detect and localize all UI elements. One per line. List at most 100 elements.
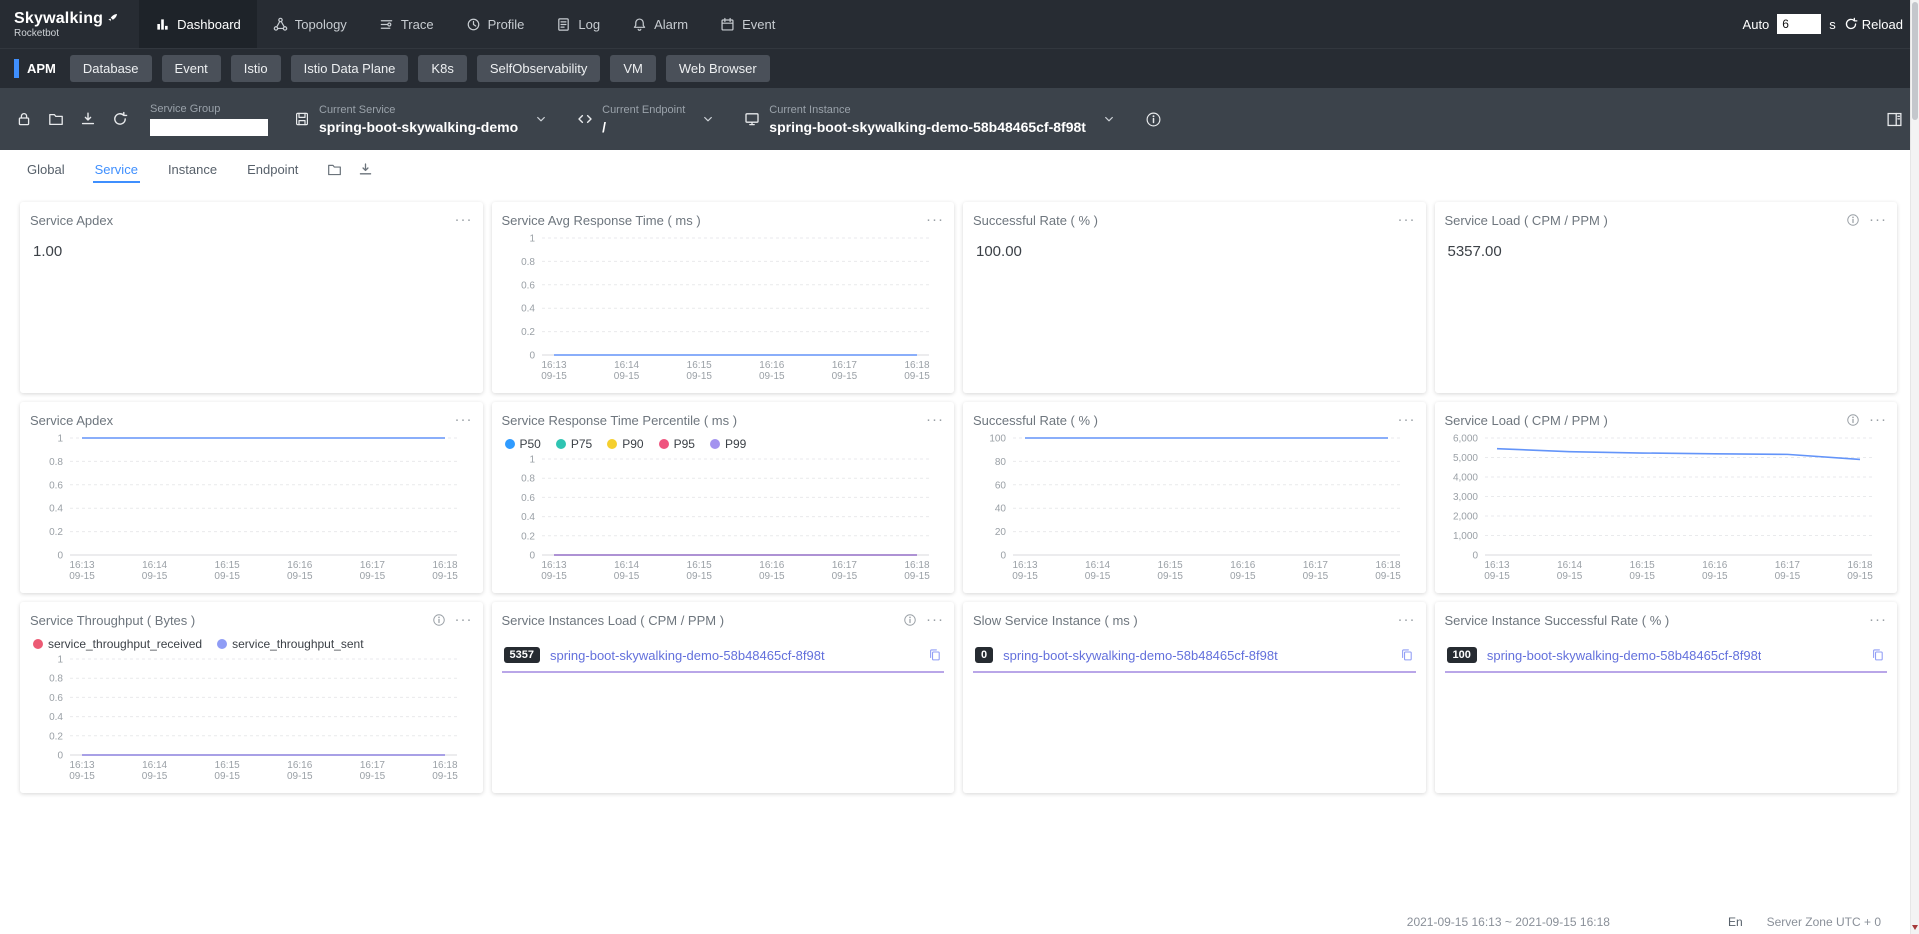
- service-group-input[interactable]: [150, 119, 268, 136]
- more-icon[interactable]: ···: [926, 615, 944, 625]
- chart-canvas: 02040608010016:1309-1516:1409-1516:1509-…: [973, 430, 1416, 585]
- legend-item-p50[interactable]: P50: [505, 437, 541, 451]
- svg-text:0: 0: [1000, 551, 1006, 562]
- current-service-select[interactable]: Current Service spring-boot-skywalking-d…: [294, 104, 547, 135]
- legend-item-p90[interactable]: P90: [607, 437, 643, 451]
- dash-tab-vm[interactable]: VM: [610, 55, 656, 82]
- more-icon[interactable]: ···: [926, 415, 944, 425]
- svg-text:09-15: 09-15: [1702, 571, 1728, 582]
- svg-text:0.6: 0.6: [49, 480, 63, 491]
- scrollbar[interactable]: [1910, 0, 1919, 934]
- panel-toggle-icon[interactable]: [1886, 111, 1903, 128]
- dash-tab-istio[interactable]: Istio: [231, 55, 281, 82]
- nav-item-trace[interactable]: Trace: [363, 0, 450, 48]
- auto-label: Auto: [1743, 17, 1770, 32]
- svg-text:16:16: 16:16: [287, 560, 312, 571]
- nav-item-label: Log: [578, 17, 600, 32]
- refresh-icon[interactable]: [112, 111, 128, 127]
- svg-text:1: 1: [57, 434, 63, 445]
- reload-button[interactable]: Reload: [1844, 17, 1903, 32]
- svg-text:09-15: 09-15: [1012, 571, 1038, 582]
- view-tab-service[interactable]: Service: [80, 150, 153, 188]
- dash-tab-apm[interactable]: APM: [14, 59, 60, 78]
- svg-text:09-15: 09-15: [613, 371, 639, 382]
- nav-item-dashboard[interactable]: Dashboard: [139, 0, 257, 48]
- dash-tab-database[interactable]: Database: [70, 55, 152, 82]
- more-icon[interactable]: ···: [455, 615, 473, 625]
- current-instance-select[interactable]: Current Instance spring-boot-skywalking-…: [744, 104, 1115, 135]
- lock-icon[interactable]: [16, 111, 32, 127]
- logo[interactable]: Skywalking Rocketbot: [0, 0, 139, 48]
- language-toggle[interactable]: En: [1728, 915, 1743, 929]
- more-icon[interactable]: ···: [1398, 415, 1416, 425]
- current-endpoint-select[interactable]: Current Endpoint /: [577, 104, 714, 135]
- legend-item-p75[interactable]: P75: [556, 437, 592, 451]
- nav-item-alarm[interactable]: Alarm: [616, 0, 704, 48]
- svg-text:4,000: 4,000: [1452, 473, 1477, 484]
- copy-icon[interactable]: [1871, 648, 1885, 662]
- view-tab-endpoint[interactable]: Endpoint: [232, 150, 313, 188]
- monitor-icon: [744, 111, 760, 127]
- info-icon[interactable]: [1145, 111, 1162, 128]
- instance-link[interactable]: spring-boot-skywalking-demo-58b48465cf-8…: [1003, 648, 1278, 663]
- info-icon[interactable]: [1846, 413, 1860, 427]
- view-tab-global[interactable]: Global: [12, 150, 80, 188]
- card-header-icons: ···: [1846, 413, 1887, 427]
- info-icon[interactable]: [432, 613, 446, 627]
- card-header-icons: ···: [1869, 615, 1887, 625]
- folder-icon[interactable]: [327, 162, 342, 177]
- legend-item-p95[interactable]: P95: [659, 437, 695, 451]
- instance-link[interactable]: spring-boot-skywalking-demo-58b48465cf-8…: [550, 648, 825, 663]
- copy-icon[interactable]: [1400, 648, 1414, 662]
- reload-label: Reload: [1862, 17, 1903, 32]
- more-icon[interactable]: ···: [455, 215, 473, 225]
- svg-text:16:16: 16:16: [287, 760, 312, 771]
- dash-tab-web-browser[interactable]: Web Browser: [666, 55, 770, 82]
- copy-icon[interactable]: [928, 648, 942, 662]
- svg-text:0.4: 0.4: [521, 304, 535, 315]
- more-icon[interactable]: ···: [455, 415, 473, 425]
- instance-link[interactable]: spring-boot-skywalking-demo-58b48465cf-8…: [1487, 648, 1762, 663]
- more-icon[interactable]: ···: [1398, 215, 1416, 225]
- info-icon[interactable]: [1846, 213, 1860, 227]
- svg-text:100: 100: [989, 434, 1006, 445]
- legend-item-service-throughput-received[interactable]: service_throughput_received: [33, 637, 202, 651]
- profile-icon: [466, 17, 481, 32]
- nav-item-log[interactable]: Log: [540, 0, 616, 48]
- dash-tab-k8s[interactable]: K8s: [418, 55, 466, 82]
- card-service-apdex-value: Service Apdex···1.00: [20, 202, 483, 393]
- card-header: Service Throughput ( Bytes )···: [30, 610, 473, 630]
- svg-text:16:14: 16:14: [1557, 560, 1582, 571]
- nav-item-topology[interactable]: Topology: [257, 0, 363, 48]
- legend-item-p99[interactable]: P99: [710, 437, 746, 451]
- more-icon[interactable]: ···: [1869, 215, 1887, 225]
- svg-text:2,000: 2,000: [1452, 512, 1477, 523]
- info-icon[interactable]: [903, 613, 917, 627]
- export-icon[interactable]: [80, 111, 96, 127]
- scrollbar-down-arrow[interactable]: [1910, 921, 1919, 934]
- svg-text:09-15: 09-15: [904, 571, 930, 582]
- svg-text:09-15: 09-15: [1375, 571, 1401, 582]
- svg-text:09-15: 09-15: [287, 571, 313, 582]
- legend-item-service-throughput-sent[interactable]: service_throughput_sent: [217, 637, 363, 651]
- more-icon[interactable]: ···: [1398, 615, 1416, 625]
- dash-tab-istio-data-plane[interactable]: Istio Data Plane: [291, 55, 409, 82]
- svg-text:16:13: 16:13: [69, 560, 94, 571]
- dash-tab-event[interactable]: Event: [162, 55, 221, 82]
- nav-item-label: Profile: [488, 17, 525, 32]
- svg-text:16:16: 16:16: [1702, 560, 1727, 571]
- auto-interval-input[interactable]: [1777, 14, 1821, 34]
- folder-icon[interactable]: [48, 111, 64, 127]
- more-icon[interactable]: ···: [1869, 615, 1887, 625]
- card-service-throughput: Service Throughput ( Bytes )··· service_t…: [20, 602, 483, 793]
- more-icon[interactable]: ···: [926, 215, 944, 225]
- view-tab-instance[interactable]: Instance: [153, 150, 232, 188]
- svg-text:16:17: 16:17: [360, 760, 385, 771]
- nav-item-profile[interactable]: Profile: [450, 0, 541, 48]
- download-icon[interactable]: [358, 162, 373, 177]
- logo-row: Skywalking: [14, 10, 119, 28]
- dash-tab-selfobservability[interactable]: SelfObservability: [477, 55, 601, 82]
- scrollbar-thumb[interactable]: [1912, 2, 1918, 120]
- nav-item-event[interactable]: Event: [704, 0, 791, 48]
- more-icon[interactable]: ···: [1869, 415, 1887, 425]
